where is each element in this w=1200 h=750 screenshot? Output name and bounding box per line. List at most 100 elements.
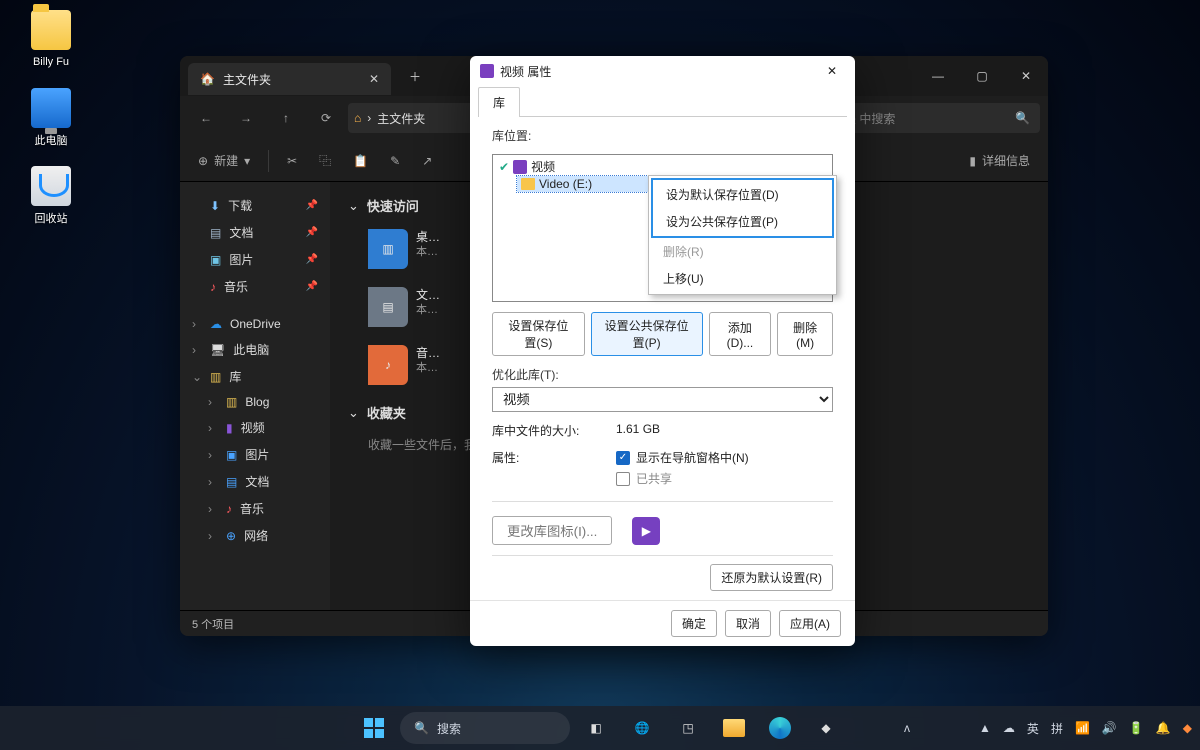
tree-root-videos[interactable]: ✔视频 [495,157,830,176]
copy-button[interactable]: ⿻ [309,146,341,175]
new-tab-button[interactable]: ＋ [401,64,429,89]
document-icon: ▤ [210,226,221,240]
location-buttons: 设置保存位置(S) 设置公共保存位置(P) 添加(D)... 删除(M) [492,312,833,356]
desktop-folder-user[interactable]: Billy Fu [16,10,86,68]
sidebar-item-this-pc[interactable]: ›🖥此电脑 [184,336,326,363]
sidebar-item-network[interactable]: ›⊕网络 [184,522,326,549]
task-view-button[interactable]: ◧ [576,710,616,746]
optimize-label: 优化此库(T): [492,366,833,383]
ctx-set-default[interactable]: 设为默认保存位置(D) [654,181,831,208]
cut-button[interactable]: ✂ [277,148,307,174]
details-toggle[interactable]: ▮ 详细信息 [959,146,1040,175]
sidebar-item-documents[interactable]: ▤文档📌 [184,219,326,246]
nav-back-button[interactable]: ← [188,102,224,134]
attributes-label: 属性: [492,449,584,466]
sidebar-item-onedrive[interactable]: ›☁OneDrive [184,312,326,336]
library-locations-tree[interactable]: ✔视频 Video (E:) 设为默认保存位置(D) 设为公共保存位置(P) 删… [492,154,833,302]
size-label: 库中文件的大小: [492,422,584,439]
home-icon: ⌂ [354,111,361,125]
set-save-location-button[interactable]: 设置保存位置(S) [492,312,585,356]
notifications-icon[interactable]: 🔔 [1156,721,1171,735]
taskbar-search[interactable]: 🔍搜索 [400,712,570,744]
tray-overflow-button[interactable]: ʌ [904,721,910,735]
folder-icon [521,178,535,190]
sidebar-item-pictures-lib[interactable]: ›▣图片 [184,441,326,468]
pin-icon: 📌 [306,227,318,238]
ctx-set-public[interactable]: 设为公共保存位置(P) [654,208,831,235]
nav-forward-button[interactable]: → [228,102,264,134]
ime-indicator[interactable]: 英 [1027,720,1039,737]
explorer-sidebar: ⬇下载📌 ▤文档📌 ▣图片📌 ♪音乐📌 ›☁OneDrive ›🖥此电脑 ⌄▥库… [180,182,330,610]
home-icon: 🏠 [200,72,215,86]
nav-up-button[interactable]: ↑ [268,102,304,134]
checkbox-icon [616,472,630,486]
start-button[interactable] [354,710,394,746]
sidebar-item-libraries[interactable]: ⌄▥库 [184,363,326,390]
close-button[interactable]: ✕ [1004,56,1048,96]
taskbar-app-3[interactable]: ◆ [806,710,846,746]
taskbar-explorer[interactable] [714,710,754,746]
paste-button[interactable]: 📋 [343,148,378,174]
maximize-button[interactable]: ▢ [960,56,1004,96]
onedrive-tray-icon[interactable]: ☁ [1003,721,1015,735]
desktop-icon-label: 回收站 [35,213,68,225]
ctx-move-up[interactable]: 上移(U) [651,265,834,292]
sidebar-item-documents-lib[interactable]: ›▤文档 [184,468,326,495]
sidebar-item-videos[interactable]: ›▮视频 [184,414,326,441]
library-icon: ▥ [210,370,221,384]
wifi-icon[interactable]: 📶 [1075,721,1090,735]
minimize-button[interactable]: ― [916,56,960,96]
dialog-close-button[interactable]: ✕ [819,60,845,82]
show-in-nav-checkbox[interactable]: ✓显示在导航窗格中(N) [616,449,749,466]
chevron-right-icon: › [367,111,371,125]
remove-location-button[interactable]: 删除(M) [777,312,833,356]
search-icon: 🔍 [1015,111,1030,125]
battery-icon[interactable]: 🔋 [1129,721,1144,735]
pin-icon: 📌 [306,200,318,211]
pc-icon [31,88,71,128]
shared-checkbox[interactable]: 已共享 [616,470,749,487]
desktop-this-pc[interactable]: 此电脑 [16,88,86,148]
tray-app-icon[interactable]: ◆ [1183,721,1192,735]
pin-icon: 📌 [306,281,318,292]
change-icon-button[interactable]: 更改库图标(I)... [492,516,612,545]
sidebar-item-blog[interactable]: ›▥Blog [184,390,326,414]
optimize-select[interactable]: 视频 [492,387,833,412]
share-button[interactable]: ↗ [412,148,442,174]
video-icon [513,160,527,174]
explorer-tab[interactable]: 🏠 主文件夹 ✕ [188,63,391,95]
ctx-remove[interactable]: 删除(R) [651,238,834,265]
music-icon: ♪ [210,280,216,294]
tab-close-button[interactable]: ✕ [369,72,379,86]
folder-icon: ▤ [368,287,408,327]
context-menu: 设为默认保存位置(D) 设为公共保存位置(P) 删除(R) 上移(U) [648,175,837,295]
new-button[interactable]: ⊕ 新建 ▾ [188,146,260,175]
desktop-icon-label: 此电脑 [35,135,68,147]
sidebar-item-downloads[interactable]: ⬇下载📌 [184,192,326,219]
sidebar-item-music[interactable]: ♪音乐📌 [184,273,326,300]
add-location-button[interactable]: 添加(D)... [709,312,772,356]
taskbar-app-2[interactable]: ◳ [668,710,708,746]
desktop-recycle-bin[interactable]: 回收站 [16,166,86,226]
tray-icon[interactable]: ▲ [979,721,991,735]
ime-mode[interactable]: 拼 [1051,720,1063,737]
ok-button[interactable]: 确定 [671,610,717,637]
taskbar-edge[interactable] [760,710,800,746]
check-icon: ✔ [499,160,509,174]
apply-button[interactable]: 应用(A) [779,610,841,637]
volume-icon[interactable]: 🔊 [1102,721,1117,735]
sidebar-item-music-lib[interactable]: ›♪音乐 [184,495,326,522]
tab-library[interactable]: 库 [478,87,520,117]
restore-defaults-button[interactable]: 还原为默认设置(R) [710,564,833,591]
breadcrumb: 主文件夹 [377,110,425,127]
taskbar-app-1[interactable]: 🌐 [622,710,662,746]
sidebar-item-pictures[interactable]: ▣图片📌 [184,246,326,273]
rename-button[interactable]: ✎ [380,148,410,174]
cancel-button[interactable]: 取消 [725,610,771,637]
set-public-location-button[interactable]: 设置公共保存位置(P) [591,312,703,356]
properties-tabs: 库 [470,86,855,116]
video-library-icon [480,64,494,78]
nav-refresh-button[interactable]: ⟳ [308,102,344,134]
desktop-icon-label: Billy Fu [33,56,69,68]
edge-icon [769,717,791,739]
